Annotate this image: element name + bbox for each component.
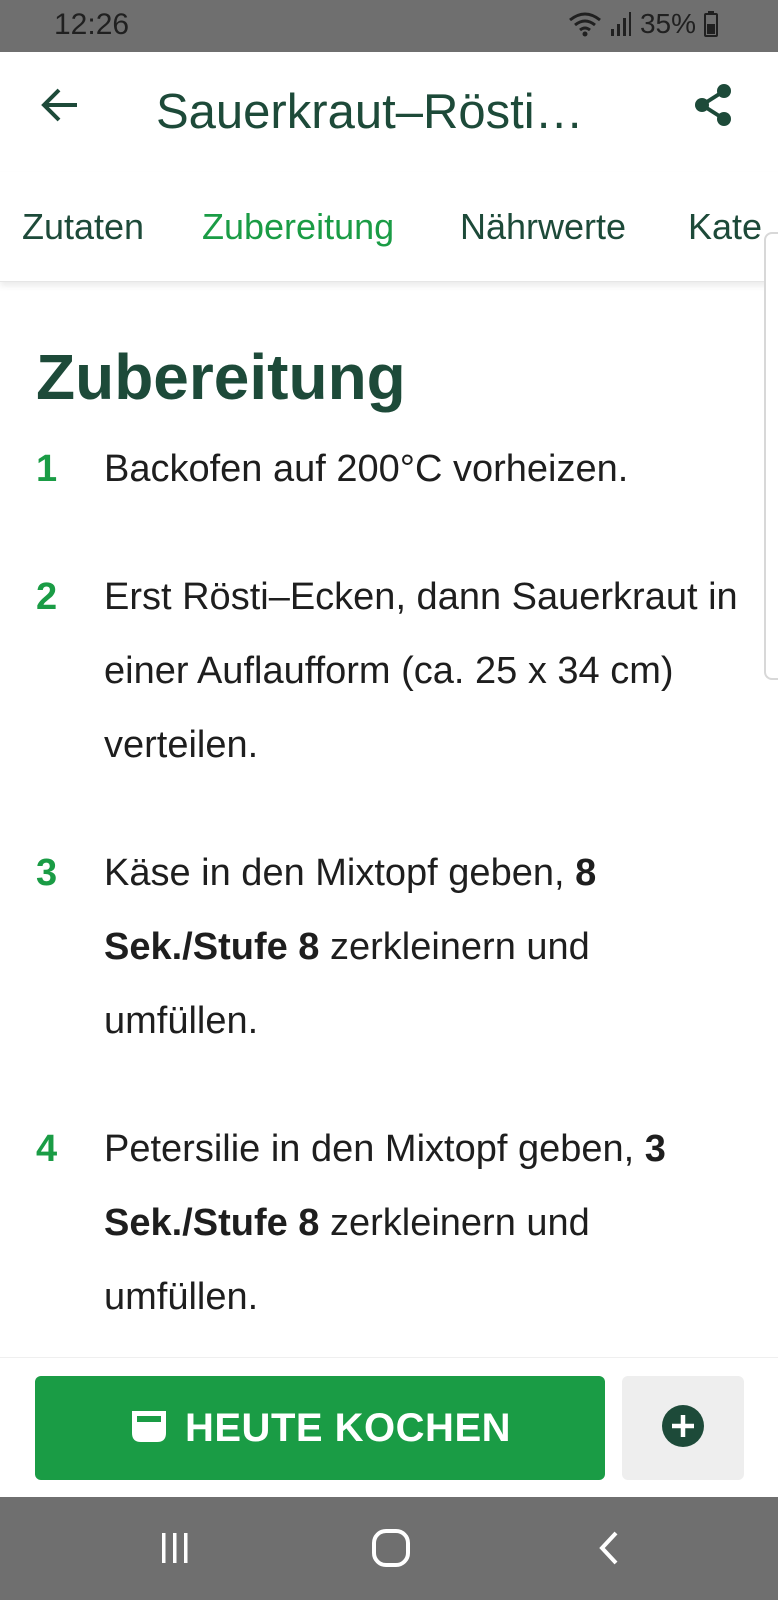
plus-circle-icon [661,1404,705,1453]
tab-kategorien[interactable]: Kate [688,206,762,248]
step-text-part: Petersilie in den Mixtopf geben, [104,1128,645,1170]
chevron-left-icon [594,1530,624,1571]
home-button[interactable] [366,1525,416,1575]
step-item: 4 Petersilie in den Mixtopf geben, 3 Sek.… [0,1112,778,1334]
system-back-button[interactable] [584,1525,634,1575]
add-button[interactable] [622,1376,744,1480]
cooking-pot-icon [129,1407,169,1450]
scrollbar[interactable] [764,232,778,680]
tab-bar: Zutaten Zubereitung Nährwerte Kate [0,172,778,282]
step-number: 1 [36,448,58,490]
page-title: Sauerkraut–Rösti… [156,85,584,139]
signal-icon [610,11,632,37]
app-bar: Sauerkraut–Rösti… [0,52,778,172]
tab-zutaten[interactable]: Zutaten [22,206,144,248]
steps-list: 1 Backofen auf 200°C vorheizen. 2 Erst Röst… [0,432,778,1357]
step-text-part: Erst Rösti–Ecken, dann Sauerkraut in ein… [104,576,738,766]
back-button[interactable] [36,82,86,132]
recent-apps-icon [157,1531,193,1570]
cook-today-button[interactable]: HEUTE KOCHEN [35,1376,605,1480]
step-item: 3 Käse in den Mixtopf geben, 8 Sek./Stufe… [0,836,778,1058]
status-icons: 35% [568,8,718,40]
status-bar: 12:26 35% [0,0,778,52]
step-text-part: Backofen auf 200°C vorheizen. [104,448,629,490]
battery-percent: 35% [639,8,696,39]
system-nav-bar [0,1497,778,1600]
step-text: Petersilie in den Mixtopf geben, 3 Sek./… [104,1112,744,1334]
tab-naehrwerte[interactable]: Nährwerte [460,206,626,248]
content-area[interactable]: Zubereitung 1 Backofen auf 200°C vorheize… [0,282,778,1357]
cook-today-label: HEUTE KOCHEN [184,1405,512,1450]
step-text: Backofen auf 200°C vorheizen. [104,432,744,506]
step-item: 1 Backofen auf 200°C vorheizen. [0,432,778,506]
share-icon [692,83,734,132]
step-item: 2 Erst Rösti–Ecken, dann Sauerkraut in ei… [0,560,778,782]
wifi-icon [568,11,602,37]
recent-apps-button[interactable] [150,1525,200,1575]
section-heading: Zubereitung [36,341,406,413]
step-text-part: Käse in den Mixtopf geben, [104,852,576,894]
step-number: 3 [36,852,58,894]
share-button[interactable] [688,82,738,132]
tab-zubereitung[interactable]: Zubereitung [202,206,394,248]
home-icon [371,1528,411,1573]
step-number: 4 [36,1128,58,1170]
step-text: Erst Rösti–Ecken, dann Sauerkraut in ein… [104,560,744,782]
status-time: 12:26 [54,8,130,41]
arrow-left-icon [41,87,81,128]
battery-icon [704,11,718,37]
step-text: Käse in den Mixtopf geben, 8 Sek./Stufe … [104,836,744,1058]
step-number: 2 [36,576,58,618]
action-bar: HEUTE KOCHEN [0,1357,778,1497]
